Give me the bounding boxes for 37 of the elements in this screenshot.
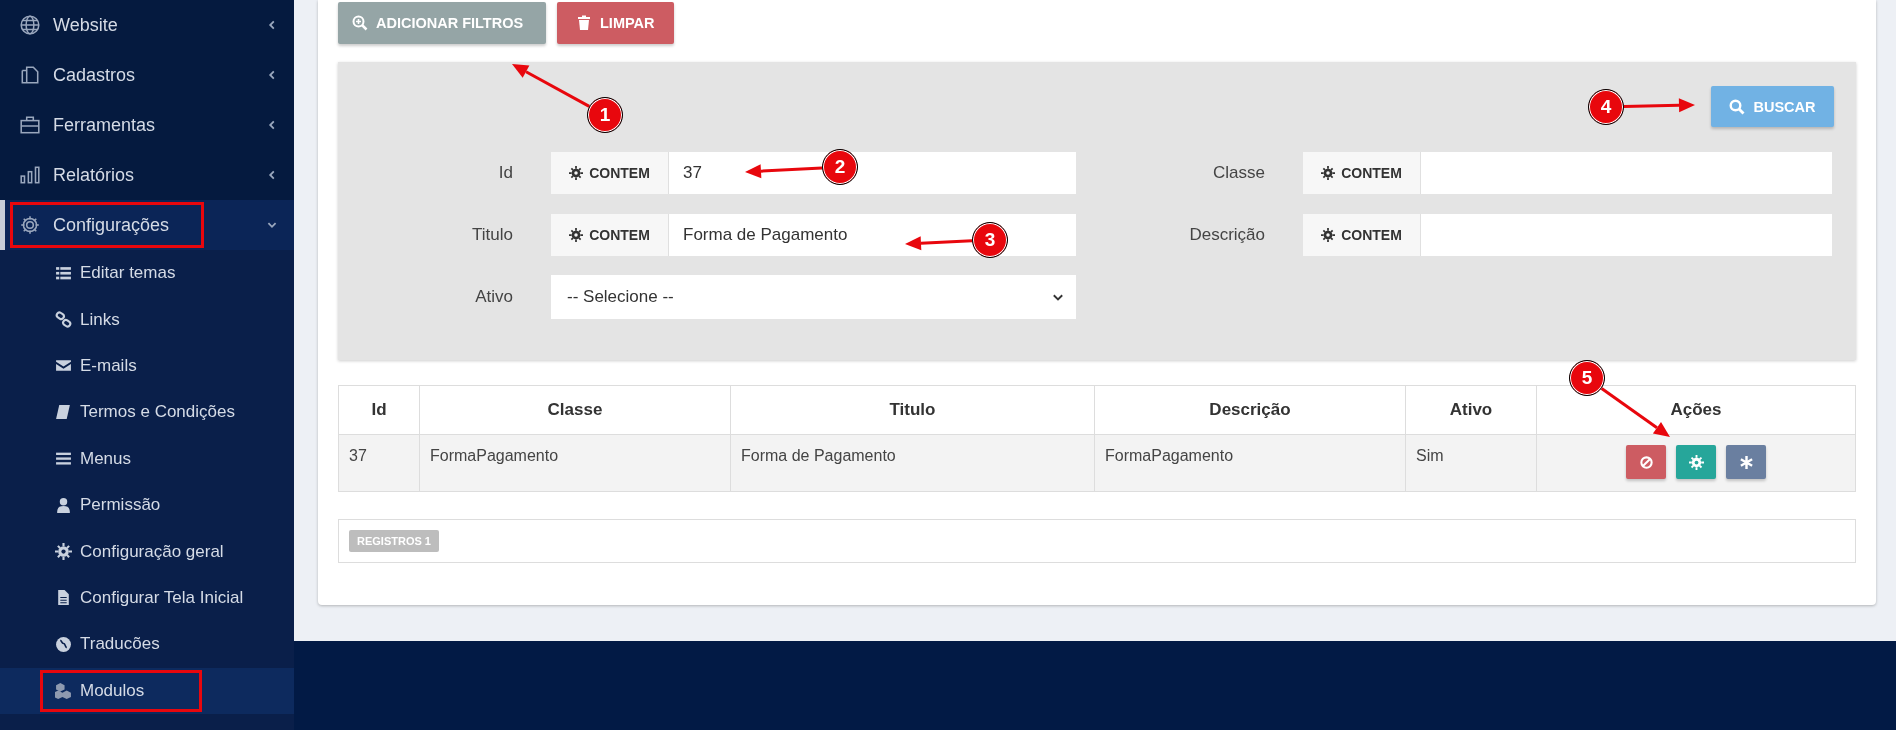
column-header: Descrição	[1094, 385, 1406, 435]
submenu-item[interactable]: E-mails	[0, 342, 294, 390]
submenu-item[interactable]: Modulos	[0, 667, 294, 714]
menu-item[interactable]: Relatórios	[0, 150, 294, 200]
submenu-item[interactable]: Links	[0, 296, 294, 343]
operator-button[interactable]: CONTEM	[551, 152, 669, 194]
column-header: Id	[338, 385, 420, 435]
field-label: Id	[497, 163, 513, 183]
table-cell: 37	[338, 434, 420, 492]
records-count: REGISTROS 1	[349, 530, 439, 552]
menu-item[interactable]: Configurações	[0, 200, 294, 250]
operator-button[interactable]: CONTEM	[1303, 152, 1421, 194]
field-label: Titulo	[471, 225, 513, 245]
select-dropdown[interactable]: -- Selecione --	[551, 275, 1076, 319]
field-label: Ativo	[474, 287, 513, 307]
submenu-item[interactable]: Configurar Tela Inicial	[0, 574, 294, 622]
table-cell: FormaPagamento	[1094, 434, 1406, 492]
menu-item[interactable]: Ferramentas	[0, 100, 294, 150]
table-cell: Forma de Pagamento	[730, 434, 1095, 492]
operator-button[interactable]: CONTEM	[1303, 214, 1421, 256]
clear-button[interactable]: LIMPAR	[557, 2, 674, 44]
submenu-item[interactable]: Permissão	[0, 481, 294, 529]
table-cell: FormaPagamento	[419, 434, 731, 492]
column-header: Ativo	[1405, 385, 1537, 435]
column-header: Titulo	[730, 385, 1095, 435]
field-label: Descrição	[1188, 225, 1265, 245]
column-header: Classe	[419, 385, 731, 435]
table-cell: Sim	[1405, 434, 1537, 492]
submenu-item[interactable]: Termos e Condições	[0, 389, 294, 436]
submenu-item[interactable]: Editar temas	[0, 250, 294, 297]
operator-button[interactable]: CONTEM	[551, 214, 669, 256]
submenu-item[interactable]: Traducões	[0, 621, 294, 668]
submenu-item[interactable]: Configuração geral	[0, 528, 294, 575]
field-label: Classe	[1212, 163, 1265, 183]
menu-item[interactable]: Cadastros	[0, 50, 294, 100]
submenu-item[interactable]: Menus	[0, 435, 294, 482]
menu-item[interactable]: Website	[0, 0, 294, 50]
